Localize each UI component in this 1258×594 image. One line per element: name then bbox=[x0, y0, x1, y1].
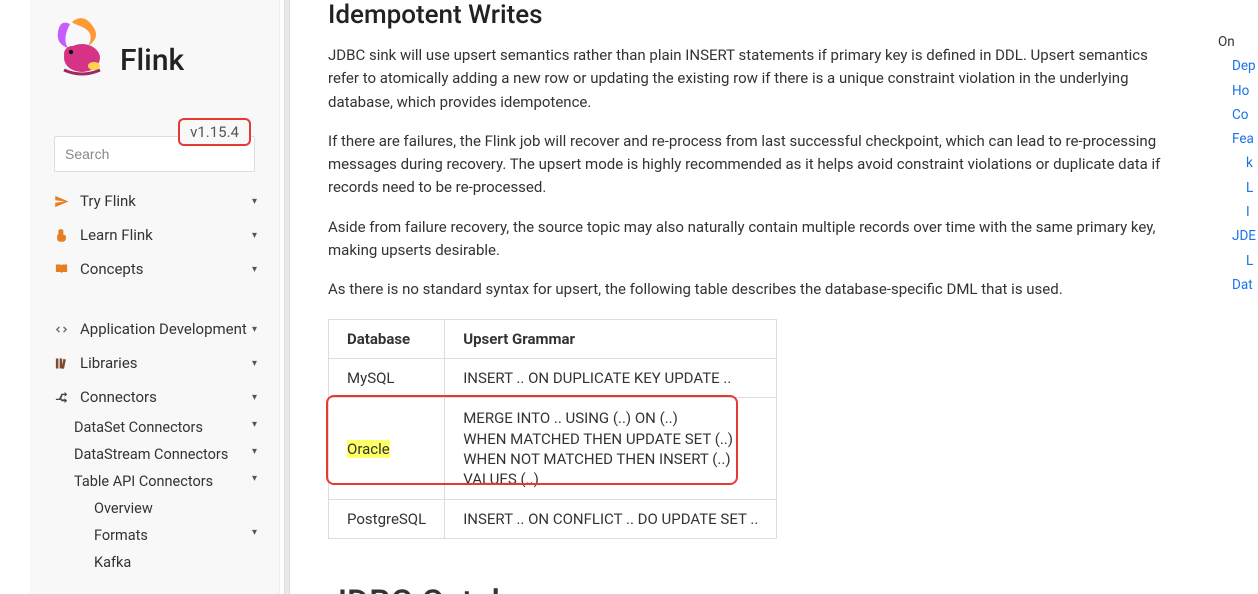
squirrel-icon bbox=[50, 14, 114, 78]
nav-label: Overview bbox=[94, 500, 153, 517]
nav-app-dev[interactable]: Application Development ▾ bbox=[30, 312, 279, 346]
chevron-down-icon: ▾ bbox=[252, 324, 257, 335]
highlight-oracle: Oracle bbox=[347, 440, 390, 458]
table-header-row: Database Upsert Grammar bbox=[329, 320, 777, 359]
toc-heading: On bbox=[1218, 30, 1258, 54]
cell-db: PostgreSQL bbox=[329, 500, 445, 539]
chevron-down-icon: ▾ bbox=[252, 196, 257, 207]
nav-tableapi-connectors[interactable]: Table API Connectors ▾ bbox=[30, 468, 279, 495]
chevron-down-icon: ▾ bbox=[252, 230, 257, 241]
nav-label: Concepts bbox=[80, 260, 143, 278]
logo-text: Flink bbox=[120, 43, 184, 78]
th-database: Database bbox=[329, 320, 445, 359]
page-toc: On Dep Ho Co Fea k L I JDE L Dat bbox=[1218, 30, 1258, 297]
paragraph: As there is no standard syntax for upser… bbox=[328, 278, 1168, 301]
nav-datastream-connectors[interactable]: DataStream Connectors ▾ bbox=[30, 441, 279, 468]
nav-label: Kafka bbox=[94, 554, 131, 571]
chevron-down-icon: ▾ bbox=[252, 473, 257, 484]
heading-idempotent-writes: Idempotent Writes bbox=[328, 0, 1168, 30]
nav-concepts[interactable]: Concepts ▾ bbox=[30, 252, 279, 286]
nav-try-flink[interactable]: Try Flink ▾ bbox=[30, 184, 279, 218]
logo-block: Flink v1.15.4 bbox=[30, 10, 279, 78]
toc-link[interactable]: I bbox=[1218, 200, 1258, 224]
nav-learn-flink[interactable]: Learn Flink ▾ bbox=[30, 218, 279, 252]
nav-overview[interactable]: Overview bbox=[30, 495, 279, 522]
nav-label: Application Development bbox=[80, 320, 247, 338]
paragraph: Aside from failure recovery, the source … bbox=[328, 216, 1168, 263]
grammar-line: VALUES (..) bbox=[463, 469, 758, 489]
nav-label: Libraries bbox=[80, 354, 138, 372]
plane-icon bbox=[52, 194, 70, 209]
toc-link[interactable]: k bbox=[1218, 151, 1258, 175]
toc-link[interactable]: Co bbox=[1218, 103, 1258, 127]
toc-link[interactable]: L bbox=[1218, 176, 1258, 200]
chevron-down-icon: ▾ bbox=[252, 419, 257, 430]
chevron-down-icon: ▾ bbox=[252, 446, 257, 457]
paragraph: If there are failures, the Flink job wil… bbox=[328, 130, 1168, 200]
table-row-oracle: Oracle MERGE INTO .. USING (..) ON (..) … bbox=[329, 398, 777, 500]
sidebar: Flink v1.15.4 Try Flink ▾ Learn Flink ▾ … bbox=[30, 0, 280, 594]
cell-db: Oracle bbox=[329, 398, 445, 500]
version-badge[interactable]: v1.15.4 bbox=[178, 118, 251, 146]
nav-kafka[interactable]: Kafka bbox=[30, 549, 279, 576]
nav-formats[interactable]: Formats ▾ bbox=[30, 522, 279, 549]
cell-grammar: INSERT .. ON CONFLICT .. DO UPDATE SET .… bbox=[445, 500, 777, 539]
toc-link[interactable]: Fea bbox=[1218, 127, 1258, 151]
toc-link[interactable]: JDE bbox=[1218, 224, 1258, 248]
table-row-mysql: MySQL INSERT .. ON DUPLICATE KEY UPDATE … bbox=[329, 359, 777, 398]
table-wrap: Database Upsert Grammar MySQL INSERT .. … bbox=[328, 317, 777, 549]
grammar-line: WHEN MATCHED THEN UPDATE SET (..) bbox=[463, 429, 758, 449]
cell-grammar: MERGE INTO .. USING (..) ON (..) WHEN MA… bbox=[445, 398, 777, 500]
nav-connectors[interactable]: Connectors ▾ bbox=[30, 380, 279, 414]
nav-label: Learn Flink bbox=[80, 226, 153, 244]
toc-link[interactable]: L bbox=[1218, 249, 1258, 273]
code-icon bbox=[52, 322, 70, 337]
th-grammar: Upsert Grammar bbox=[445, 320, 777, 359]
chevron-down-icon: ▾ bbox=[252, 264, 257, 275]
nav-label: DataSet Connectors bbox=[74, 419, 203, 436]
shuffle-icon bbox=[52, 390, 70, 405]
nav-label: Connectors bbox=[80, 388, 157, 406]
cell-grammar: INSERT .. ON DUPLICATE KEY UPDATE .. bbox=[445, 359, 777, 398]
nav-section-2: Application Development ▾ Libraries ▾ Co… bbox=[30, 312, 279, 576]
chevron-down-icon: ▾ bbox=[252, 392, 257, 403]
cell-db: MySQL bbox=[329, 359, 445, 398]
nav-dataset-connectors[interactable]: DataSet Connectors ▾ bbox=[30, 414, 279, 441]
heading-jdbc-catalog: JDBC Catalog bbox=[328, 583, 1168, 594]
chevron-down-icon: ▾ bbox=[252, 358, 257, 369]
table-row-postgresql: PostgreSQL INSERT .. ON CONFLICT .. DO U… bbox=[329, 500, 777, 539]
sidebar-resize-handle[interactable] bbox=[284, 0, 290, 594]
upsert-grammar-table: Database Upsert Grammar MySQL INSERT .. … bbox=[328, 319, 777, 539]
nav-libraries[interactable]: Libraries ▾ bbox=[30, 346, 279, 380]
books-icon bbox=[52, 356, 70, 371]
nav-label: Table API Connectors bbox=[74, 473, 213, 490]
paragraph: JDBC sink will use upsert semantics rath… bbox=[328, 44, 1168, 114]
nav-label: Try Flink bbox=[80, 192, 136, 210]
logo[interactable]: Flink bbox=[50, 14, 259, 78]
toc-link[interactable]: Dep bbox=[1218, 54, 1258, 78]
grammar-line: WHEN NOT MATCHED THEN INSERT (..) bbox=[463, 449, 758, 469]
hand-icon bbox=[52, 228, 70, 243]
grammar-line: MERGE INTO .. USING (..) ON (..) bbox=[463, 408, 758, 428]
main-content: Idempotent Writes JDBC sink will use ups… bbox=[300, 0, 1198, 594]
nav-section-1: Try Flink ▾ Learn Flink ▾ Concepts ▾ bbox=[30, 184, 279, 286]
toc-link[interactable]: Ho bbox=[1218, 79, 1258, 103]
book-open-icon bbox=[52, 262, 70, 277]
nav-label: Formats bbox=[94, 527, 148, 544]
nav-label: DataStream Connectors bbox=[74, 446, 228, 463]
toc-link[interactable]: Dat bbox=[1218, 273, 1258, 297]
chevron-down-icon: ▾ bbox=[252, 527, 257, 538]
